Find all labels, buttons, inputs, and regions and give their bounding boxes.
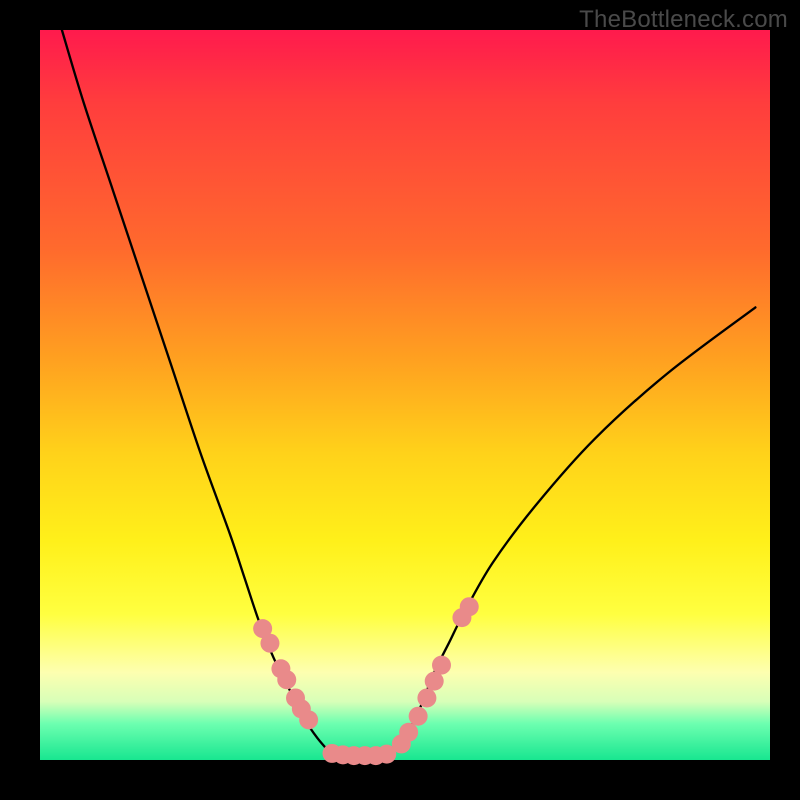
- marker-group: [253, 597, 479, 765]
- chart-frame: TheBottleneck.com: [0, 0, 800, 800]
- data-marker: [399, 723, 418, 742]
- bottleneck-curve: [62, 30, 756, 756]
- data-marker: [299, 710, 318, 729]
- data-marker: [460, 597, 479, 616]
- data-marker: [277, 670, 296, 689]
- data-marker: [409, 707, 428, 726]
- data-marker: [432, 656, 451, 675]
- data-marker: [417, 688, 436, 707]
- plot-area: [40, 30, 770, 760]
- curve-layer: [40, 30, 770, 760]
- data-marker: [260, 634, 279, 653]
